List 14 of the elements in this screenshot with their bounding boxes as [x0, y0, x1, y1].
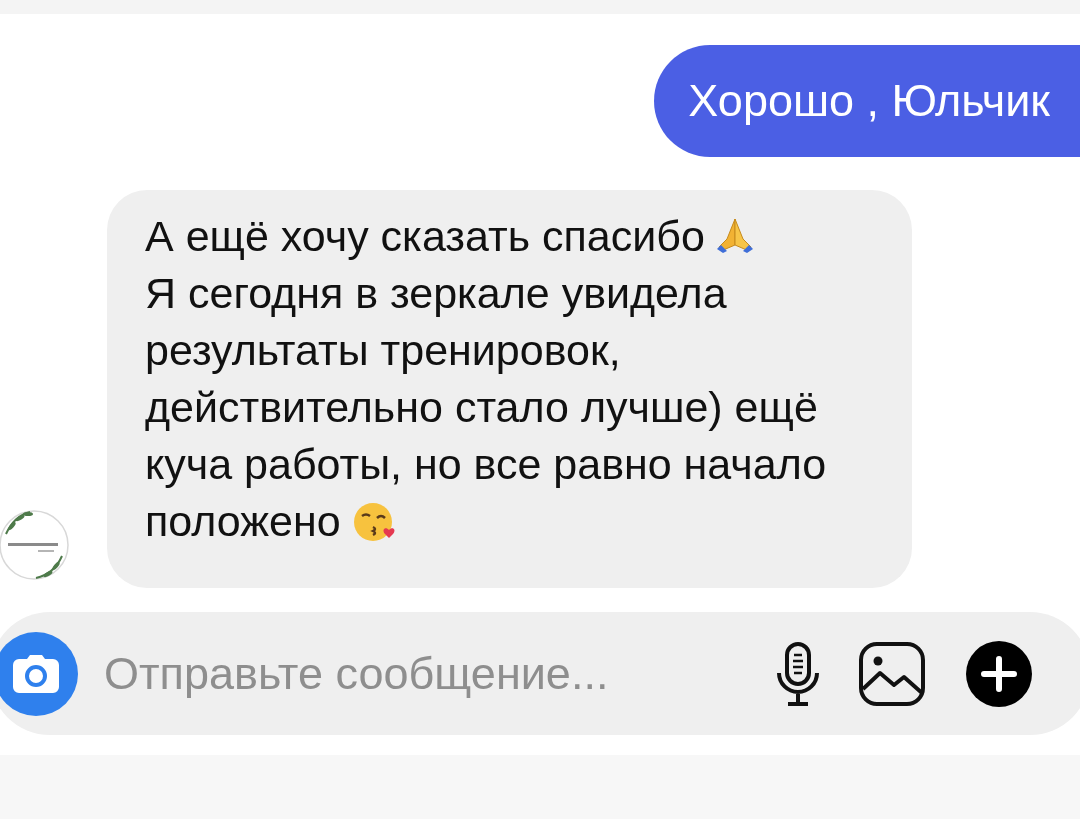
message-composer[interactable]: Отправьте сообщение...	[0, 612, 1080, 735]
message-text: положено	[145, 497, 341, 545]
message-text: результаты тренировок,	[145, 326, 621, 374]
message-text: куча работы, но все равно начало	[145, 440, 827, 488]
kissing-face-icon	[352, 500, 397, 544]
microphone-icon[interactable]	[776, 640, 820, 707]
image-icon[interactable]	[858, 640, 926, 707]
message-text: Я сегодня в зеркале увидела	[145, 269, 727, 317]
message-input[interactable]: Отправьте сообщение...	[104, 639, 776, 708]
sent-message-text: Хорошо , Юльчик	[688, 74, 1050, 129]
message-text: А ещё хочу сказать спасибо	[145, 212, 705, 260]
plus-icon[interactable]	[966, 640, 1032, 707]
camera-icon	[13, 654, 59, 693]
message-text: действительно стало лучше) ещё	[145, 383, 818, 431]
